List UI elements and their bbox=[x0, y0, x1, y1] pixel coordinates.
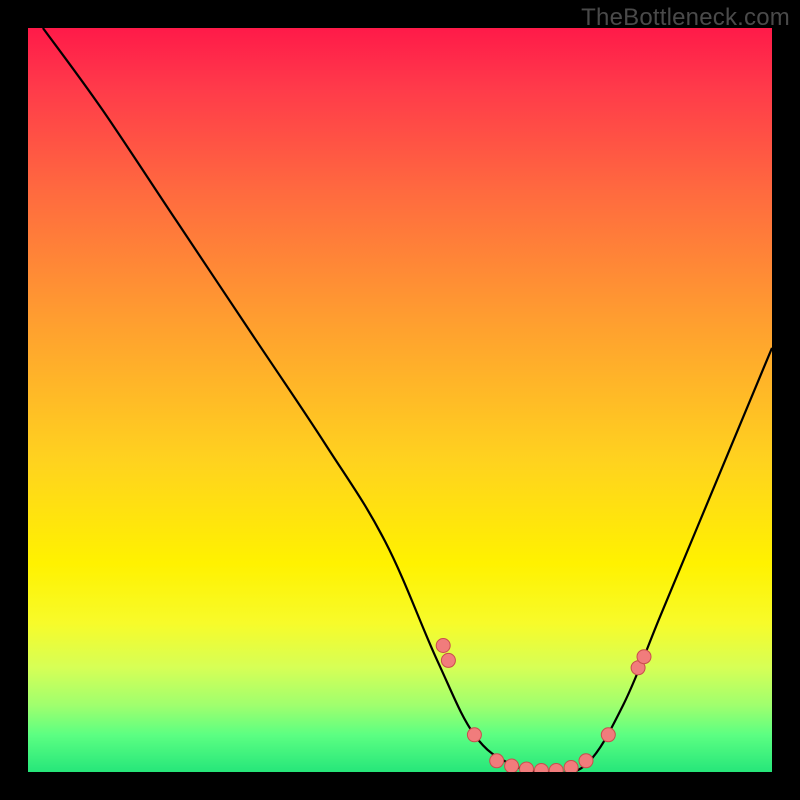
marker-dot bbox=[441, 653, 455, 667]
chart-frame: TheBottleneck.com bbox=[0, 0, 800, 800]
marker-dot bbox=[579, 754, 593, 768]
marker-dot bbox=[549, 764, 563, 773]
marker-dot bbox=[436, 639, 450, 653]
marker-dots bbox=[436, 639, 651, 773]
curve-svg bbox=[28, 28, 772, 772]
marker-dot bbox=[601, 728, 615, 742]
marker-dot bbox=[534, 764, 548, 773]
marker-dot bbox=[637, 650, 651, 664]
plot-area bbox=[28, 28, 772, 772]
marker-dot bbox=[467, 728, 481, 742]
marker-dot bbox=[505, 759, 519, 772]
bottleneck-curve bbox=[43, 28, 772, 772]
marker-dot bbox=[490, 754, 504, 768]
marker-dot bbox=[520, 762, 534, 772]
marker-dot bbox=[564, 761, 578, 773]
